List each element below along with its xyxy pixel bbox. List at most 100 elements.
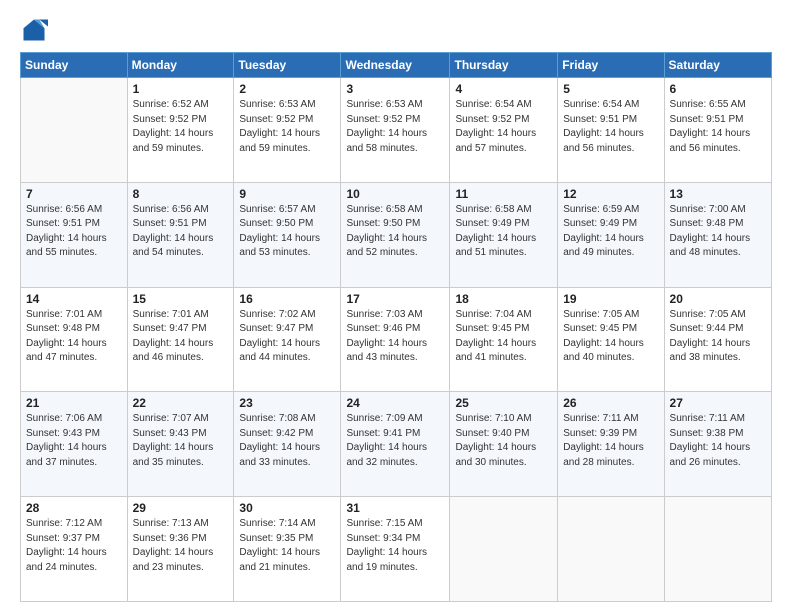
day-number: 26 [563, 396, 658, 410]
day-info: Sunrise: 6:53 AM Sunset: 9:52 PM Dayligh… [346, 98, 444, 156]
day-number: 17 [346, 292, 444, 306]
header [20, 16, 772, 44]
day-info: Sunrise: 6:53 AM Sunset: 9:52 PM Dayligh… [239, 98, 335, 156]
calendar-cell: 15 Sunrise: 7:01 AM Sunset: 9:47 PM Dayli… [127, 287, 234, 392]
logo-icon [20, 16, 48, 44]
day-number: 2 [239, 82, 335, 96]
day-number: 9 [239, 187, 335, 201]
day-info: Sunrise: 7:01 AM Sunset: 9:48 PM Dayligh… [26, 308, 122, 366]
day-number: 18 [455, 292, 552, 306]
day-number: 12 [563, 187, 658, 201]
calendar-cell: 29Sunrise: 7:13 AM Sunset: 9:36 PM Dayli… [127, 497, 234, 602]
day-number: 19 [563, 292, 658, 306]
weekday-header-monday: Monday [127, 53, 234, 78]
day-number: 23 [239, 396, 335, 410]
calendar-cell: 31 Sunrise: 7:15 AM Sunset: 9:34 PM Dayli… [341, 497, 450, 602]
day-info: Sunrise: 7:07 AM Sunset: 9:43 PM Dayligh… [133, 412, 229, 470]
day-info: Sunrise: 6:54 AM Sunset: 9:51 PM Dayligh… [563, 98, 658, 156]
week-row-5: 28 Sunrise: 7:12 AM Sunset: 9:37 PM Dayli… [21, 497, 772, 602]
day-number: 3 [346, 82, 444, 96]
calendar-cell: 16 Sunrise: 7:02 AM Sunset: 9:47 PM Dayli… [234, 287, 341, 392]
calendar-cell: 25 Sunrise: 7:10 AM Sunset: 9:40 PM Dayli… [450, 392, 558, 497]
calendar-cell: 6 Sunrise: 6:55 AM Sunset: 9:51 PM Daylig… [664, 78, 771, 183]
weekday-header-saturday: Saturday [664, 53, 771, 78]
week-row-2: 7 Sunrise: 6:56 AM Sunset: 9:51 PM Daylig… [21, 182, 772, 287]
calendar-cell: 7 Sunrise: 6:56 AM Sunset: 9:51 PM Daylig… [21, 182, 128, 287]
day-info: Sunrise: 6:58 AM Sunset: 9:50 PM Dayligh… [346, 203, 444, 261]
logo [20, 16, 52, 44]
day-info: Sunrise: 6:52 AM Sunset: 9:52 PM Dayligh… [133, 98, 229, 156]
weekday-header-tuesday: Tuesday [234, 53, 341, 78]
day-info: Sunrise: 6:58 AM Sunset: 9:49 PM Dayligh… [455, 203, 552, 261]
day-info: Sunrise: 6:57 AM Sunset: 9:50 PM Dayligh… [239, 203, 335, 261]
day-info: Sunrise: 6:54 AM Sunset: 9:52 PM Dayligh… [455, 98, 552, 156]
day-number: 30 [239, 501, 335, 515]
day-number: 6 [670, 82, 766, 96]
calendar-cell: 9 Sunrise: 6:57 AM Sunset: 9:50 PM Daylig… [234, 182, 341, 287]
day-number: 8 [133, 187, 229, 201]
calendar-cell: 10 Sunrise: 6:58 AM Sunset: 9:50 PM Dayli… [341, 182, 450, 287]
calendar-cell: 14 Sunrise: 7:01 AM Sunset: 9:48 PM Dayli… [21, 287, 128, 392]
day-info: Sunrise: 7:01 AM Sunset: 9:47 PM Dayligh… [133, 308, 229, 366]
day-number: 14 [26, 292, 122, 306]
weekday-header-sunday: Sunday [21, 53, 128, 78]
day-info: Sunrise: 7:05 AM Sunset: 9:45 PM Dayligh… [563, 308, 658, 366]
calendar-cell: 5 Sunrise: 6:54 AM Sunset: 9:51 PM Daylig… [558, 78, 664, 183]
calendar-cell: 22 Sunrise: 7:07 AM Sunset: 9:43 PM Dayli… [127, 392, 234, 497]
weekday-header-wednesday: Wednesday [341, 53, 450, 78]
day-number: 13 [670, 187, 766, 201]
day-number: 20 [670, 292, 766, 306]
calendar-cell: 3 Sunrise: 6:53 AM Sunset: 9:52 PM Daylig… [341, 78, 450, 183]
day-number: 24 [346, 396, 444, 410]
day-info: Sunrise: 7:03 AM Sunset: 9:46 PM Dayligh… [346, 308, 444, 366]
day-number: 22 [133, 396, 229, 410]
day-info: Sunrise: 7:11 AM Sunset: 9:38 PM Dayligh… [670, 412, 766, 470]
calendar-cell: 28 Sunrise: 7:12 AM Sunset: 9:37 PM Dayli… [21, 497, 128, 602]
calendar-cell [664, 497, 771, 602]
calendar-cell [558, 497, 664, 602]
weekday-header-friday: Friday [558, 53, 664, 78]
calendar-cell [450, 497, 558, 602]
calendar-cell: 1 Sunrise: 6:52 AM Sunset: 9:52 PM Daylig… [127, 78, 234, 183]
day-number: 31 [346, 501, 444, 515]
calendar-cell: 8 Sunrise: 6:56 AM Sunset: 9:51 PM Daylig… [127, 182, 234, 287]
day-info: Sunrise: 6:56 AM Sunset: 9:51 PM Dayligh… [133, 203, 229, 261]
calendar-cell: 24Sunrise: 7:09 AM Sunset: 9:41 PM Dayli… [341, 392, 450, 497]
day-number: 11 [455, 187, 552, 201]
calendar-cell: 20 Sunrise: 7:05 AM Sunset: 9:44 PM Dayli… [664, 287, 771, 392]
calendar: SundayMondayTuesdayWednesdayThursdayFrid… [20, 52, 772, 602]
calendar-cell: 26 Sunrise: 7:11 AM Sunset: 9:39 PM Dayli… [558, 392, 664, 497]
day-info: Sunrise: 7:12 AM Sunset: 9:37 PM Dayligh… [26, 517, 122, 575]
day-number: 29 [133, 501, 229, 515]
day-info: Sunrise: 6:55 AM Sunset: 9:51 PM Dayligh… [670, 98, 766, 156]
page: SundayMondayTuesdayWednesdayThursdayFrid… [0, 0, 792, 612]
day-info: Sunrise: 7:06 AM Sunset: 9:43 PM Dayligh… [26, 412, 122, 470]
weekday-header-thursday: Thursday [450, 53, 558, 78]
day-info: Sunrise: 7:05 AM Sunset: 9:44 PM Dayligh… [670, 308, 766, 366]
calendar-cell: 12 Sunrise: 6:59 AM Sunset: 9:49 PM Dayli… [558, 182, 664, 287]
calendar-cell: 21Sunrise: 7:06 AM Sunset: 9:43 PM Dayli… [21, 392, 128, 497]
week-row-4: 21Sunrise: 7:06 AM Sunset: 9:43 PM Dayli… [21, 392, 772, 497]
day-info: Sunrise: 6:56 AM Sunset: 9:51 PM Dayligh… [26, 203, 122, 261]
day-info: Sunrise: 7:02 AM Sunset: 9:47 PM Dayligh… [239, 308, 335, 366]
day-info: Sunrise: 7:15 AM Sunset: 9:34 PM Dayligh… [346, 517, 444, 575]
day-number: 10 [346, 187, 444, 201]
day-number: 15 [133, 292, 229, 306]
calendar-cell: 19 Sunrise: 7:05 AM Sunset: 9:45 PM Dayli… [558, 287, 664, 392]
day-info: Sunrise: 7:10 AM Sunset: 9:40 PM Dayligh… [455, 412, 552, 470]
week-row-1: 1 Sunrise: 6:52 AM Sunset: 9:52 PM Daylig… [21, 78, 772, 183]
calendar-cell: 23Sunrise: 7:08 AM Sunset: 9:42 PM Dayli… [234, 392, 341, 497]
day-number: 16 [239, 292, 335, 306]
day-number: 4 [455, 82, 552, 96]
day-number: 1 [133, 82, 229, 96]
calendar-cell: 2 Sunrise: 6:53 AM Sunset: 9:52 PM Daylig… [234, 78, 341, 183]
day-number: 25 [455, 396, 552, 410]
day-info: Sunrise: 7:11 AM Sunset: 9:39 PM Dayligh… [563, 412, 658, 470]
day-info: Sunrise: 6:59 AM Sunset: 9:49 PM Dayligh… [563, 203, 658, 261]
day-info: Sunrise: 7:04 AM Sunset: 9:45 PM Dayligh… [455, 308, 552, 366]
day-info: Sunrise: 7:14 AM Sunset: 9:35 PM Dayligh… [239, 517, 335, 575]
day-number: 5 [563, 82, 658, 96]
day-number: 28 [26, 501, 122, 515]
day-number: 7 [26, 187, 122, 201]
calendar-cell: 18 Sunrise: 7:04 AM Sunset: 9:45 PM Dayli… [450, 287, 558, 392]
